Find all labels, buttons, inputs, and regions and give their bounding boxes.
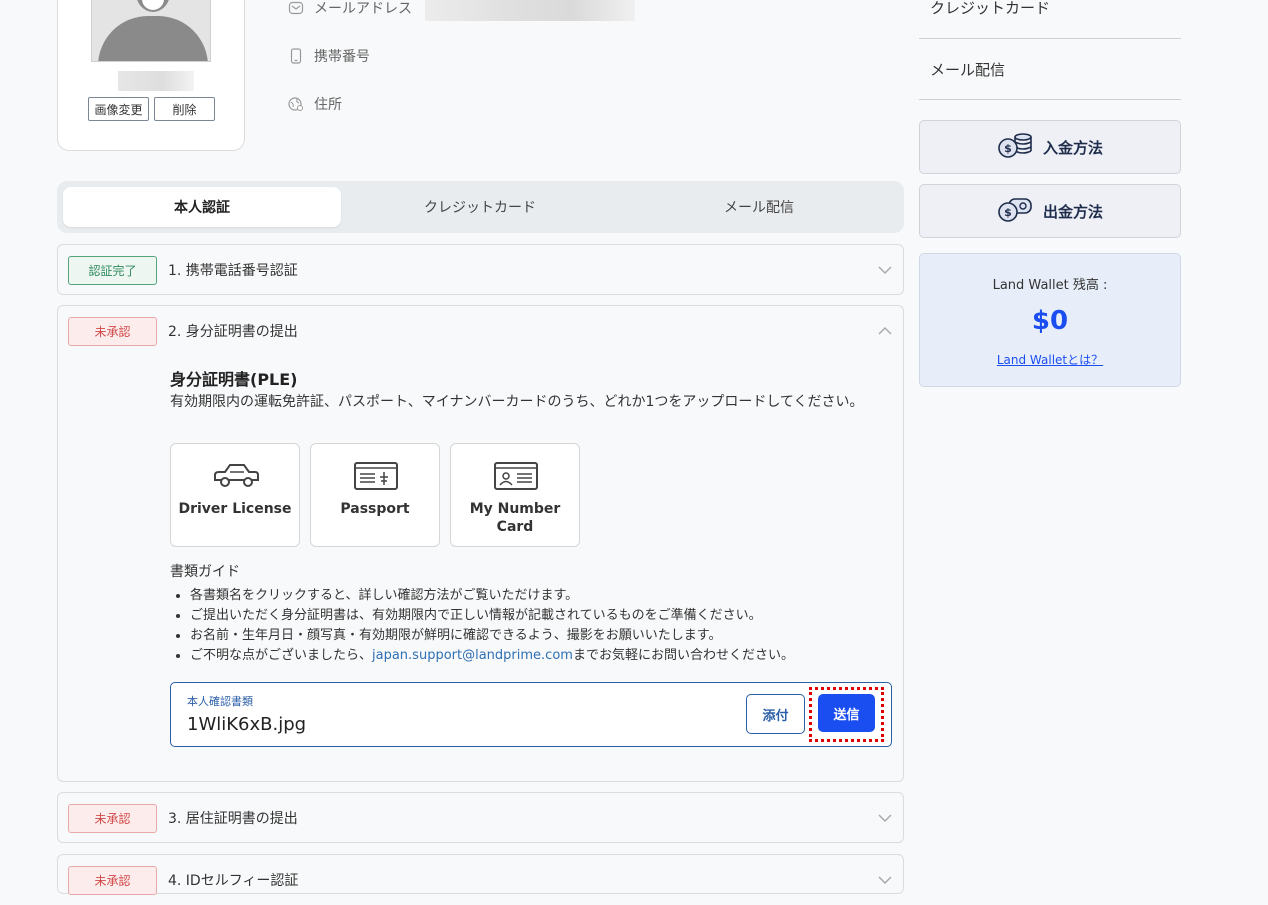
avatar-body: [98, 16, 208, 61]
sidebar-divider: [919, 38, 1181, 39]
email-row: メールアドレス: [288, 0, 412, 18]
accordion-title: 4. IDセルフィー認証: [168, 873, 299, 889]
mail-icon: [288, 0, 304, 16]
withdraw-method-button[interactable]: $ 出金方法: [919, 184, 1181, 238]
uploaded-file-name: 1WliK6xB.jpg: [187, 714, 307, 735]
email-label: メールアドレス: [314, 1, 412, 17]
id-section-description: 有効期限内の運転免許証、パスポート、マイナンバーカードのうち、どれか1つをアップ…: [170, 394, 864, 410]
chevron-down-icon[interactable]: [877, 262, 893, 278]
sidebar-item-mail-delivery[interactable]: メール配信: [930, 59, 1005, 80]
support-email-link[interactable]: japan.support@landprime.com: [372, 648, 573, 663]
sidebar-item-credit-card[interactable]: クレジットカード: [930, 0, 1050, 18]
document-guide-list: 各書類名をクリックすると、詳しい確認方法がご覧いただけます。 ご提出いただく身分…: [170, 586, 794, 666]
land-wallet-balance-card: Land Wallet 残高 : $0 Land Walletとは？: [919, 253, 1181, 387]
passport-icon: [351, 460, 401, 492]
accordion-header-selfie[interactable]: 未承認 4. IDセルフィー認証: [58, 855, 903, 905]
chevron-up-icon[interactable]: [877, 323, 893, 339]
id-document-upload-field: 本人確認書類 1WliK6xB.jpg 添付 送信: [170, 682, 892, 747]
guide-contact-prefix: ご不明な点がございましたら、: [190, 648, 373, 663]
guide-contact-suffix: までお気軽にお問い合わせください。: [572, 648, 794, 663]
chevron-down-icon[interactable]: [877, 810, 893, 826]
doc-type-label-line1: My Number: [469, 501, 561, 517]
deposit-method-button[interactable]: $ 入金方法: [919, 120, 1181, 174]
accordion-title: 2. 身分証明書の提出: [168, 324, 298, 340]
verification-selfie: 未承認 4. IDセルフィー認証: [57, 854, 904, 895]
guide-item: お名前・生年月日・顔写真・有効期限が鮮明に確認できるよう、撮影をお願いいたします…: [190, 626, 794, 646]
doc-type-label: Driver License: [171, 500, 299, 518]
accordion-header-id[interactable]: 未承認 2. 身分証明書の提出: [58, 306, 903, 356]
doc-type-label: My Number Card: [451, 500, 579, 536]
accordion-title: 3. 居住証明書の提出: [168, 811, 298, 827]
verification-phone: 認証完了 1. 携帯電話番号認証: [57, 244, 904, 295]
send-button[interactable]: 送信: [818, 694, 875, 732]
cash-coin-icon: $: [997, 195, 1033, 227]
user-name-redacted: [118, 71, 194, 91]
tab-identity-verification[interactable]: 本人認証: [63, 187, 341, 227]
accordion-title: 1. 携帯電話番号認証: [168, 263, 298, 279]
accordion-header-phone[interactable]: 認証完了 1. 携帯電話番号認証: [58, 245, 903, 295]
globe-location-icon: [288, 96, 304, 112]
doc-type-label-line2: Card: [496, 519, 534, 535]
avatar: [91, 0, 211, 62]
address-row: 住所: [288, 94, 342, 114]
withdraw-method-label: 出金方法: [1042, 202, 1103, 221]
upload-field-label: 本人確認書類: [187, 695, 253, 708]
chevron-down-icon[interactable]: [877, 872, 893, 888]
tab-mail-delivery[interactable]: メール配信: [620, 187, 898, 227]
verification-residence: 未承認 3. 居住証明書の提出: [57, 792, 904, 843]
doc-type-driver-license[interactable]: Driver License: [170, 443, 300, 547]
svg-text:$: $: [1004, 142, 1012, 155]
verification-id-document: 未承認 2. 身分証明書の提出 身分証明書(PLE) 有効期限内の運転免許証、パ…: [57, 305, 904, 782]
profile-card: 画像変更 削除: [57, 0, 245, 151]
sidebar-divider: [919, 99, 1181, 100]
status-badge: 未承認: [68, 866, 157, 895]
guide-item: ご提出いただく身分証明書は、有効期限内で正しい情報が記載されているものをご準備く…: [190, 606, 794, 626]
doc-type-label: Passport: [311, 500, 439, 518]
delete-image-button[interactable]: 削除: [154, 97, 215, 121]
mobile-phone-icon: [288, 48, 304, 64]
attach-button[interactable]: 添付: [746, 694, 805, 734]
wallet-amount: $0: [1031, 306, 1069, 336]
coins-icon: $: [997, 131, 1033, 163]
car-icon: [211, 460, 261, 492]
guide-item: 各書類名をクリックすると、詳しい確認方法がご覧いただけます。: [190, 586, 794, 606]
document-guide-title: 書類ガイド: [170, 564, 240, 580]
send-button-highlight: 送信: [809, 687, 884, 742]
status-badge: 未承認: [68, 317, 157, 346]
doc-type-label-line1: Passport: [340, 501, 410, 517]
status-badge: 認証完了: [68, 256, 157, 285]
doc-type-passport[interactable]: Passport: [310, 443, 440, 547]
email-value-redacted: [425, 0, 635, 21]
change-image-button[interactable]: 画像変更: [88, 97, 149, 121]
doc-type-my-number-card[interactable]: My Number Card: [450, 443, 580, 547]
id-section-title: 身分証明書(PLE): [170, 370, 298, 389]
id-card-icon: [491, 460, 541, 492]
phone-label: 携帯番号: [314, 49, 370, 65]
doc-type-label-line1: Driver License: [178, 501, 292, 517]
wallet-info-link[interactable]: Land Walletとは？: [920, 351, 1180, 368]
deposit-method-label: 入金方法: [1042, 138, 1103, 157]
address-label: 住所: [314, 97, 342, 113]
wallet-title: Land Wallet 残高 :: [992, 278, 1108, 293]
accordion-header-residence[interactable]: 未承認 3. 居住証明書の提出: [58, 793, 903, 843]
tab-credit-card[interactable]: クレジットカード: [341, 187, 619, 227]
phone-row: 携帯番号: [288, 46, 370, 66]
status-badge: 未承認: [68, 804, 157, 833]
svg-text:$: $: [1004, 206, 1012, 219]
guide-item-contact: ご不明な点がございましたら、japan.support@landprime.co…: [190, 646, 794, 666]
settings-tabs: 本人認証 クレジットカード メール配信: [57, 181, 904, 233]
